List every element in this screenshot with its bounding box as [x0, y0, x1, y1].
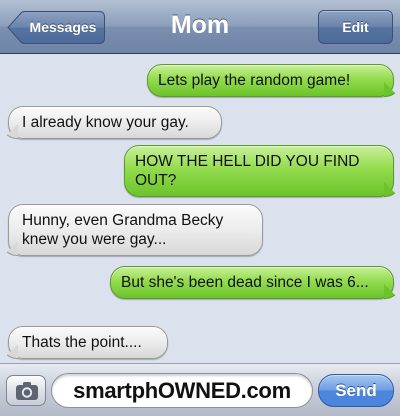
- message-bubble-outgoing: Lets play the random game!: [147, 64, 394, 97]
- camera-button[interactable]: [6, 375, 46, 406]
- message-list: Lets play the random game! I already kno…: [0, 54, 400, 363]
- message-bubble-outgoing: HOW THE HELL DID YOU FIND OUT?: [124, 145, 394, 197]
- camera-icon: [16, 382, 38, 400]
- edit-button[interactable]: Edit: [318, 10, 393, 44]
- navigation-bar: Messages Mom Edit: [0, 0, 400, 54]
- back-button[interactable]: Messages: [7, 11, 105, 44]
- send-button[interactable]: Send: [318, 374, 394, 407]
- message-input[interactable]: smartphOWNED.com: [51, 373, 313, 408]
- back-button-label: Messages: [29, 19, 97, 35]
- conversation-title: Mom: [170, 11, 230, 39]
- input-bar: smartphOWNED.com Send: [0, 363, 400, 416]
- message-bubble-incoming: Hunny, even Grandma Becky knew you were …: [8, 204, 263, 256]
- message-bubble-outgoing: But she's been dead since I was 6...: [110, 266, 394, 299]
- message-bubble-incoming: I already know your gay.: [8, 106, 222, 139]
- message-bubble-incoming: Thats the point....: [8, 326, 168, 359]
